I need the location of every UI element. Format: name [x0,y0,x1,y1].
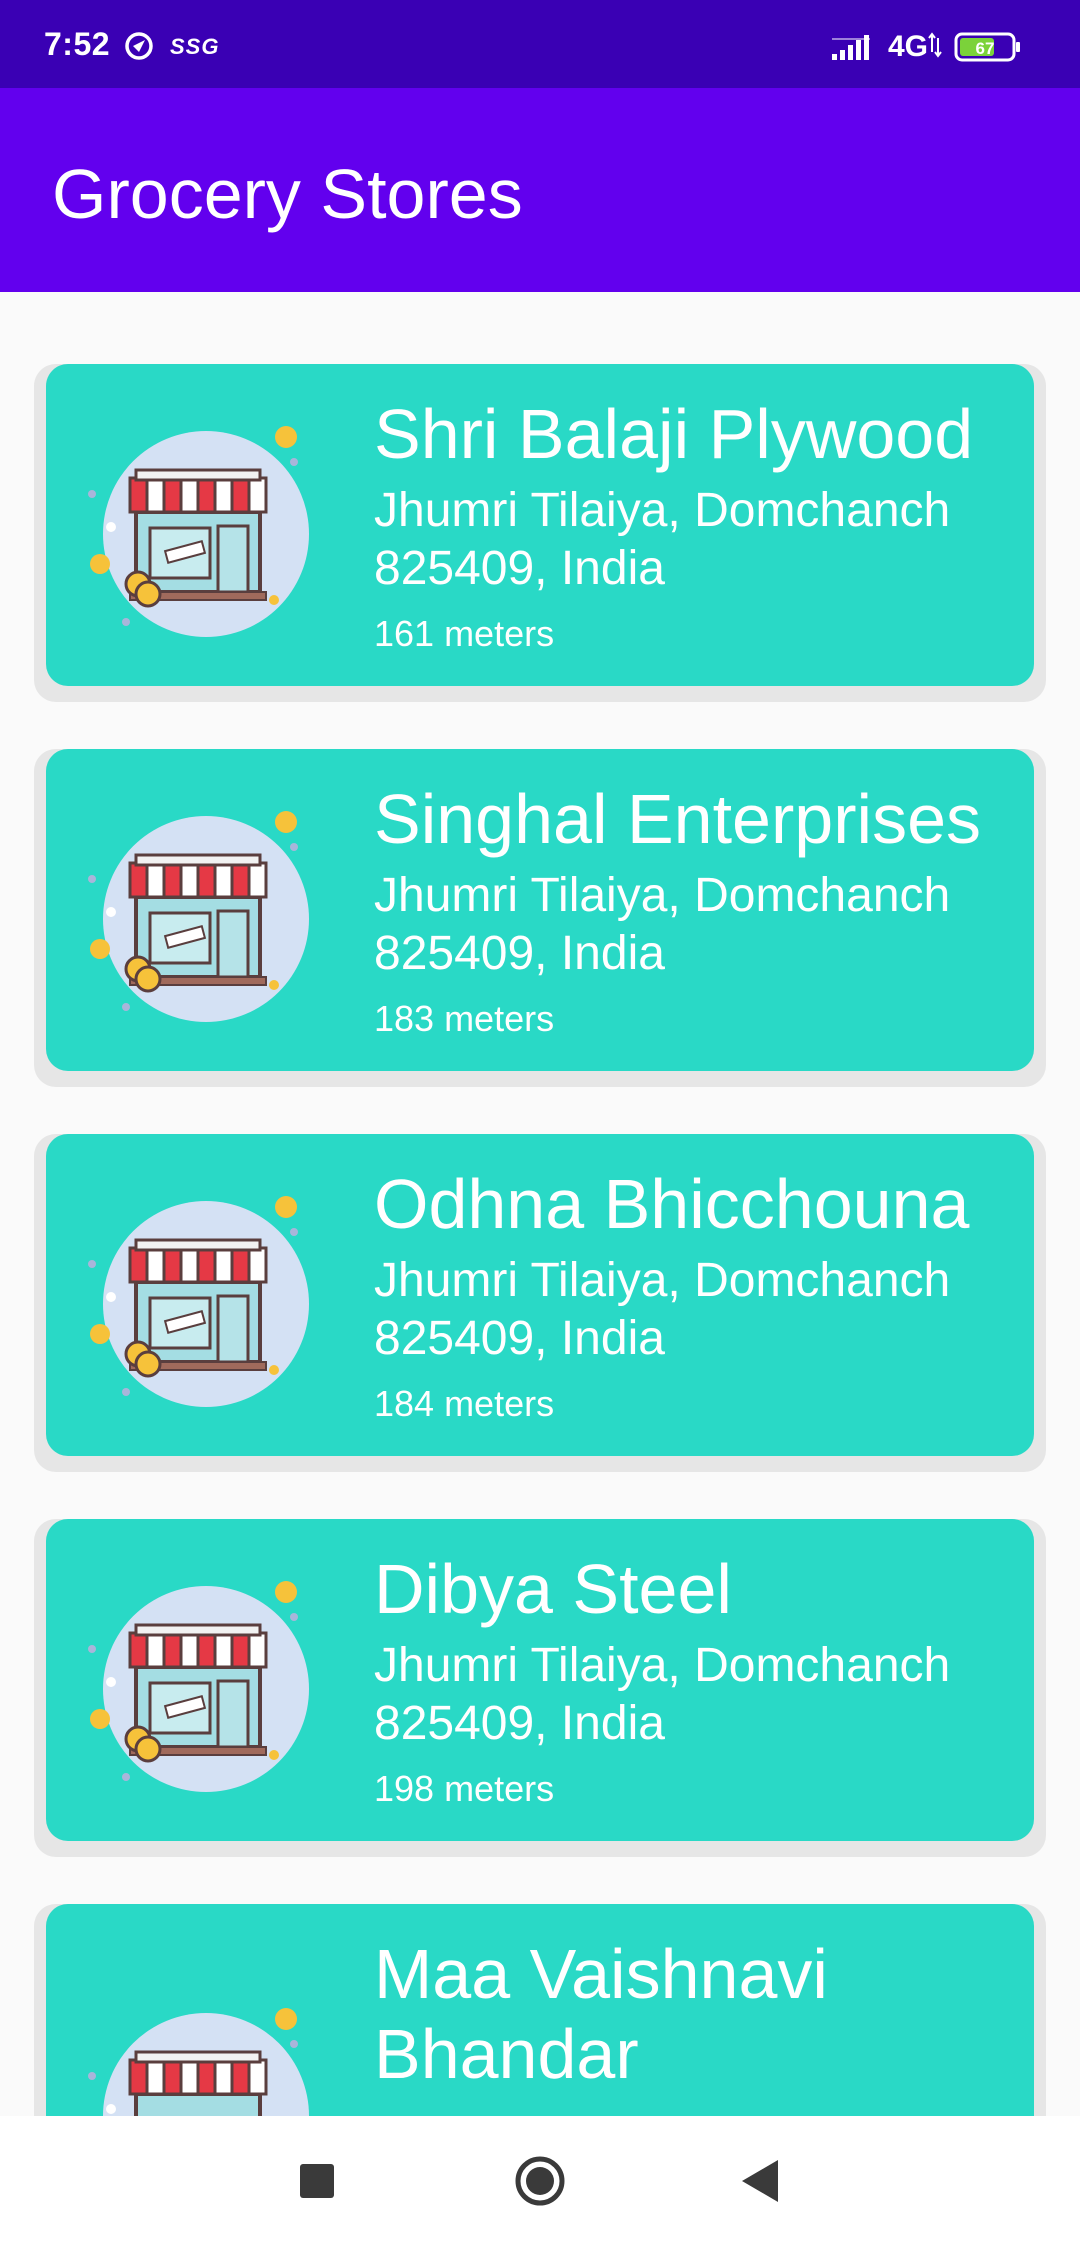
recents-icon[interactable] [276,2146,356,2216]
store-icon [88,2008,309,2116]
store-icon [88,426,309,637]
carrier-label: SSG [170,34,220,59]
store-card-shadow: Maa Vaishnavi Bhandar [34,1904,1046,2116]
store-card[interactable]: Shri Balaji Plywood Jhumri Tilaiya, Domc… [46,364,1034,686]
app-bar: Grocery Stores [0,88,1080,292]
store-name: Odhna Bhicchouna [374,1165,970,1243]
battery-level: 67 [976,39,995,58]
status-bar: 7:52 SSG 4G 67 [0,0,1080,88]
battery-icon: 67 [954,32,1020,62]
store-distance: 183 meters [374,998,555,1039]
store-name: Shri Balaji Plywood [374,395,974,473]
store-card-shadow: Odhna Bhicchouna Jhumri Tilaiya, Domchan… [34,1134,1046,1472]
dnd-icon [125,32,153,60]
store-card-shadow: Shri Balaji Plywood Jhumri Tilaiya, Domc… [34,364,1046,702]
store-name: Maa Vaishnavi Bhandar [374,1935,828,2093]
store-address: Jhumri Tilaiya, Domchanch 825409, India [374,1639,951,1750]
network-type: 4G [888,30,929,63]
store-card[interactable]: Singhal Enterprises Jhumri Tilaiya, Domc… [46,749,1034,1071]
data-arrows-icon [928,32,942,58]
store-card-shadow: Singhal Enterprises Jhumri Tilaiya, Domc… [34,749,1046,1087]
store-list[interactable]: Shri Balaji Plywood Jhumri Tilaiya, Domc… [0,292,1080,2116]
system-nav-bar [0,2116,1080,2246]
store-distance: 161 meters [374,613,555,654]
store-icon [88,1581,309,1792]
back-icon[interactable] [722,2146,802,2216]
store-address: Jhumri Tilaiya, Domchanch 825409, India [374,869,951,980]
store-card[interactable]: Dibya Steel Jhumri Tilaiya, Domchanch 82… [46,1519,1034,1841]
store-card[interactable]: Maa Vaishnavi Bhandar [46,1904,1034,2116]
store-distance: 198 meters [374,1768,555,1809]
status-time: 7:52 [44,26,111,62]
store-icon [88,1196,309,1407]
store-address: Jhumri Tilaiya, Domchanch 825409, India [374,484,951,595]
store-icon [88,811,309,1022]
store-name: Dibya Steel [374,1550,732,1628]
page-title: Grocery Stores [52,155,523,233]
store-card-shadow: Dibya Steel Jhumri Tilaiya, Domchanch 82… [34,1519,1046,1857]
store-name: Singhal Enterprises [374,780,981,858]
home-icon[interactable] [500,2146,580,2216]
store-distance: 184 meters [374,1383,555,1424]
store-card[interactable]: Odhna Bhicchouna Jhumri Tilaiya, Domchan… [46,1134,1034,1456]
signal-icon [832,35,870,60]
store-address: Jhumri Tilaiya, Domchanch 825409, India [374,1254,951,1365]
